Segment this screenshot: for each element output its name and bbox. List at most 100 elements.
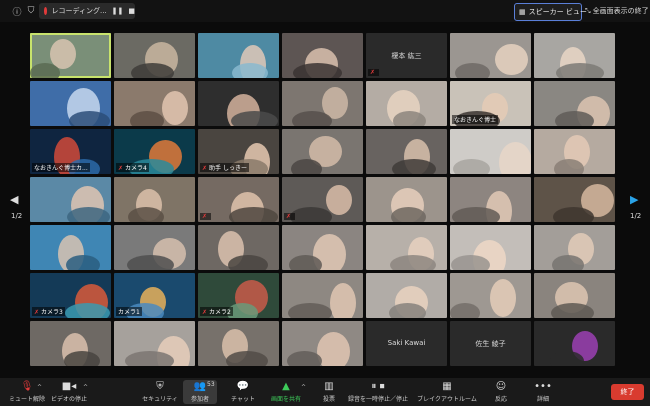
mic-muted-icon: ✗ [118, 165, 124, 172]
mic-options-caret[interactable]: ^ [37, 384, 42, 391]
video-tile[interactable] [30, 81, 111, 126]
participant-name: ✗ 助手 しっきー [200, 163, 249, 172]
video-tile[interactable] [534, 81, 615, 126]
video-tile[interactable] [366, 81, 447, 126]
video-tile[interactable]: ✗ カメラ3 [30, 273, 111, 318]
video-tile[interactable] [366, 225, 447, 270]
video-tile[interactable] [114, 177, 195, 222]
video-tile[interactable] [114, 225, 195, 270]
recording-control-button[interactable]: ⏸ ⏹ 録音を一時停止／停止 [348, 380, 408, 403]
video-tile[interactable]: ✗ カメラ2 [198, 273, 279, 318]
end-meeting-button[interactable]: 終了 [611, 384, 644, 400]
video-tile[interactable] [282, 129, 363, 174]
reactions-button[interactable]: ☺ 反応 [490, 380, 512, 403]
recording-indicator[interactable]: レコーディング... ❚❚ ■ [39, 3, 135, 19]
video-tile[interactable] [366, 273, 447, 318]
participant-video-shade [128, 207, 164, 222]
video-tile[interactable] [114, 81, 195, 126]
speaker-view-button[interactable]: ▦ スピーカー ビュー [514, 3, 587, 21]
participant-video-shade [231, 111, 278, 126]
participants-label: 参加者 [190, 396, 209, 403]
video-tile[interactable] [282, 33, 363, 78]
video-tile[interactable] [534, 33, 615, 78]
security-button[interactable]: ⛨ セキュリティ [140, 380, 180, 403]
video-tile[interactable]: なおきんぐ博士カ... [30, 129, 111, 174]
video-tile[interactable]: カメラ1 [114, 273, 195, 318]
stop-recording-button[interactable]: ■ [128, 7, 135, 15]
video-tile[interactable] [282, 273, 363, 318]
video-tile[interactable] [198, 33, 279, 78]
pause-recording-button[interactable]: ❚❚ [112, 7, 124, 15]
mic-muted-icon: ✗ [202, 165, 208, 172]
next-page-arrow[interactable]: ▶ [630, 193, 638, 206]
participant-video-shade [287, 351, 322, 366]
prev-page-arrow[interactable]: ◀ [10, 193, 18, 206]
video-tile[interactable] [198, 225, 279, 270]
participant-video [162, 91, 188, 125]
participant-video-shade [64, 351, 100, 366]
video-tile[interactable] [534, 177, 615, 222]
video-tile[interactable]: Saki Kawai [366, 321, 447, 366]
video-options-caret[interactable]: ^ [83, 384, 88, 391]
participant-video-shade [127, 255, 174, 270]
participant-video-shade [292, 111, 332, 126]
exit-fullscreen-button[interactable]: ⤡ 全画面表示の終了 [585, 3, 649, 19]
participant-video [499, 142, 531, 174]
video-tile[interactable] [30, 177, 111, 222]
info-icon[interactable]: ⓘ [10, 4, 24, 18]
share-options-caret[interactable]: ^ [301, 384, 306, 391]
video-tile[interactable] [282, 225, 363, 270]
video-tile[interactable]: ✗ [198, 177, 279, 222]
exit-fullscreen-label: 全画面表示の終了 [592, 7, 649, 15]
video-tile[interactable] [450, 177, 531, 222]
shield-icon[interactable]: ⛉ [24, 4, 38, 18]
participant-name: ✗ カメラ3 [32, 307, 65, 316]
participant-video-shade [130, 111, 164, 126]
share-screen-icon: ▲ [282, 381, 290, 392]
video-tile[interactable] [534, 273, 615, 318]
video-tile[interactable] [198, 321, 279, 366]
page-indicator-right: 1/2 [630, 212, 642, 220]
participant-video-shade [232, 63, 268, 78]
video-tile[interactable] [282, 321, 363, 366]
video-tile[interactable]: 佐生 綾子 [450, 321, 531, 366]
video-tile[interactable]: ✗ [282, 177, 363, 222]
video-tile[interactable] [450, 33, 531, 78]
bar-chart-icon: ▥ [324, 381, 334, 392]
share-screen-button[interactable]: ▲ 画面を共有 [266, 380, 306, 403]
video-tile[interactable] [534, 129, 615, 174]
video-tile[interactable]: 榎本 紘三 ✗ [366, 33, 447, 78]
more-button[interactable]: ••• 詳細 [532, 380, 554, 403]
breakout-rooms-button[interactable]: ▦ ブレイクアウトルーム [417, 380, 477, 403]
mic-muted-icon: ✗ [34, 309, 40, 316]
participant-video-shade [551, 303, 594, 318]
video-tile[interactable]: ✗ カメラ4 [114, 129, 195, 174]
top-bar: ⓘ ⛉ レコーディング... ❚❚ ■ ▦ スピーカー ビュー ⤡ 全画面表示の… [0, 0, 650, 22]
participant-video-shade [392, 159, 436, 174]
video-tile[interactable]: ✗ 助手 しっきー [198, 129, 279, 174]
ellipsis-icon: ••• [534, 381, 552, 392]
video-tile[interactable] [30, 321, 111, 366]
video-tile[interactable] [534, 225, 615, 270]
chat-button[interactable]: 💬 チャット [228, 380, 258, 403]
poll-button[interactable]: ▥ 投票 [318, 380, 340, 403]
video-tile[interactable] [114, 321, 195, 366]
video-tile[interactable] [450, 225, 531, 270]
participant-video-shade [228, 255, 268, 270]
video-tile[interactable] [450, 129, 531, 174]
poll-label: 投票 [322, 396, 335, 403]
video-tile[interactable] [366, 129, 447, 174]
video-tile[interactable] [534, 321, 615, 366]
video-tile[interactable] [30, 33, 111, 78]
video-tile[interactable] [114, 33, 195, 78]
video-tile[interactable] [282, 81, 363, 126]
video-tile[interactable] [366, 177, 447, 222]
mic-muted-icon: 🎙 [20, 381, 34, 392]
participant-video-shade [452, 207, 500, 222]
video-tile[interactable] [30, 225, 111, 270]
video-tile[interactable] [450, 273, 531, 318]
participant-name-label: カメラ1 [118, 309, 140, 316]
video-tile[interactable] [198, 81, 279, 126]
participant-name-label: なおきんぐ博士 [454, 117, 497, 124]
video-tile[interactable]: なおきんぐ博士 [450, 81, 531, 126]
